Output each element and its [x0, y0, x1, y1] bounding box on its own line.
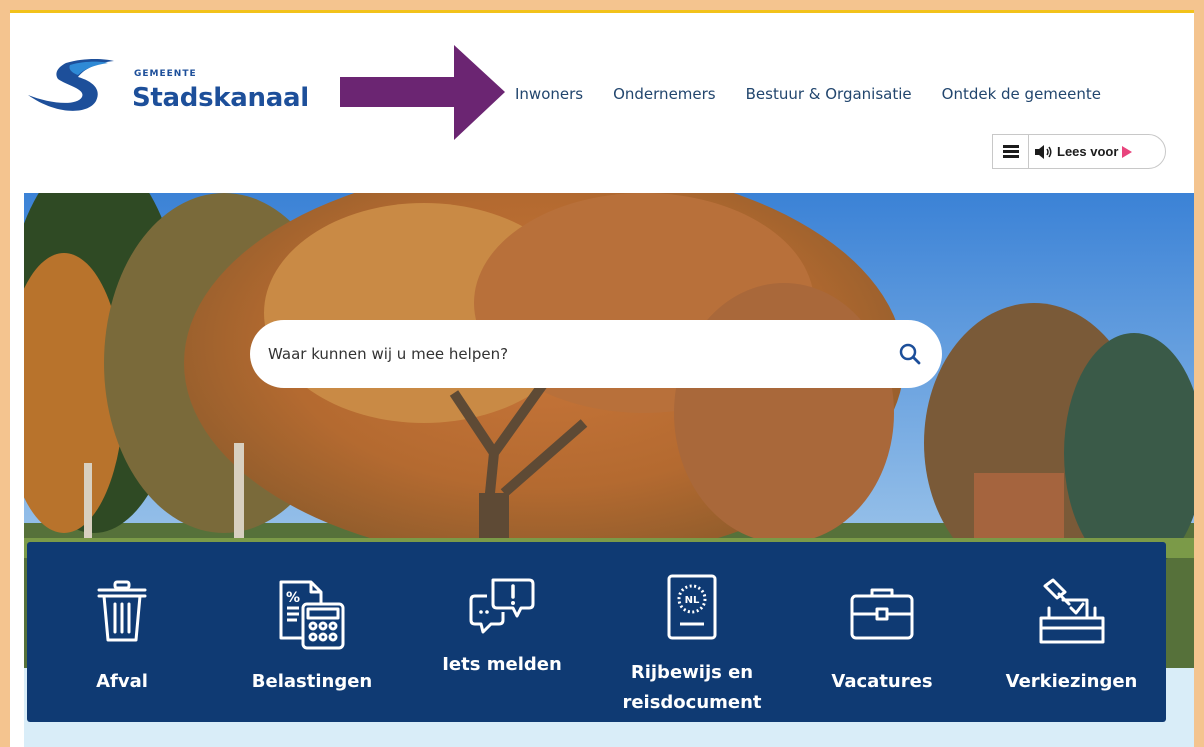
- nav-item-inwoners[interactable]: Inwoners: [515, 85, 583, 103]
- ballot-box-icon: [1039, 578, 1105, 644]
- tile-belastingen[interactable]: % Belastingen: [217, 542, 407, 722]
- search-input[interactable]: [268, 345, 868, 363]
- nav-item-ontdek-de-gemeente[interactable]: Ontdek de gemeente: [942, 85, 1101, 103]
- briefcase-icon: [850, 588, 914, 640]
- trash-bin-icon: [97, 580, 147, 642]
- speech-bubbles-alert-icon: [469, 578, 535, 634]
- readspeaker-widget: Lees voor: [992, 134, 1166, 169]
- readspeaker-label: Lees voor: [1057, 144, 1119, 159]
- tile-rijbewijs-en-reisdocument[interactable]: NL Rijbewijs en reisdocument: [597, 542, 787, 722]
- quick-links-panel: Afval % Belastingen Iets melden NL Rijbe…: [27, 542, 1166, 722]
- hamburger-icon: [1002, 145, 1019, 158]
- annotation-arrow-icon: [340, 45, 505, 140]
- readspeaker-menu-button[interactable]: [993, 135, 1029, 168]
- tile-label-line1: Rijbewijs en: [630, 662, 754, 683]
- search-button[interactable]: [898, 342, 922, 366]
- search-icon: [899, 343, 921, 365]
- play-icon: [1122, 145, 1133, 158]
- tile-afval[interactable]: Afval: [27, 542, 217, 722]
- logo-subtitle: GEMEENTE: [134, 69, 197, 79]
- tile-label: Belastingen: [251, 671, 373, 692]
- tile-iets-melden[interactable]: Iets melden: [407, 542, 597, 722]
- tile-vacatures[interactable]: Vacatures: [787, 542, 977, 722]
- tile-verkiezingen[interactable]: Verkiezingen: [977, 542, 1166, 722]
- logo-wave-icon: [28, 59, 114, 111]
- svg-text:NL: NL: [685, 595, 700, 606]
- tile-label-line2: reisdocument: [622, 692, 762, 713]
- site-logo[interactable]: GEMEENTE Stadskanaal: [26, 55, 316, 125]
- site-header: GEMEENTE Stadskanaal Inwoners Ondernemer…: [10, 13, 1194, 193]
- tile-label: Iets melden: [442, 654, 562, 675]
- speaker-icon: [1035, 144, 1052, 159]
- nav-item-ondernemers[interactable]: Ondernemers: [613, 85, 716, 103]
- page-frame: GEMEENTE Stadskanaal Inwoners Ondernemer…: [10, 10, 1194, 747]
- search-bar: [250, 320, 942, 388]
- tile-label: Verkiezingen: [1005, 671, 1138, 692]
- calculator-tax-icon: %: [279, 580, 345, 650]
- svg-text:%: %: [286, 590, 300, 606]
- tile-label: Afval: [96, 671, 148, 692]
- readspeaker-play-button[interactable]: Lees voor: [1029, 144, 1133, 159]
- logo-title: Stadskanaal: [132, 83, 309, 113]
- nav-item-bestuur-organisatie[interactable]: Bestuur & Organisatie: [746, 85, 912, 103]
- tile-label: Vacatures: [831, 671, 933, 692]
- main-nav: Inwoners Ondernemers Bestuur & Organisat…: [515, 85, 1101, 103]
- passport-nl-icon: NL: [667, 574, 717, 640]
